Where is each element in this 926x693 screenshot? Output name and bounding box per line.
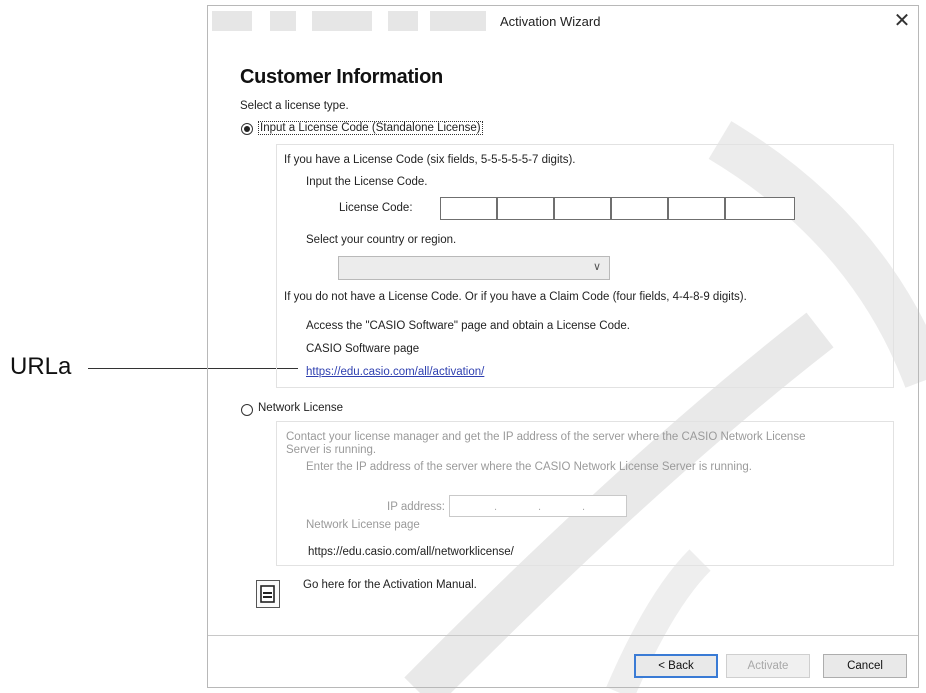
network-contact-text-line2: Server is running.	[286, 444, 377, 456]
standalone-license-radio-label[interactable]: Input a License Code (Standalone License…	[258, 121, 483, 135]
license-code-field-6[interactable]	[725, 197, 795, 220]
input-license-code-text: Input the License Code.	[306, 176, 428, 188]
network-contact-text-line1: Contact your license manager and get the…	[286, 431, 806, 443]
network-license-page-label: Network License page	[306, 519, 420, 531]
cancel-button[interactable]: Cancel	[823, 654, 907, 678]
title-bar[interactable]: Activation Wizard ✕	[208, 6, 918, 36]
page-heading: Customer Information	[240, 66, 443, 88]
window-title: Activation Wizard	[500, 14, 601, 29]
back-button[interactable]: < Back	[634, 654, 718, 678]
chevron-down-icon: ∨	[592, 261, 601, 273]
footer-separator	[208, 635, 918, 636]
access-casio-software-text: Access the "CASIO Software" page and obt…	[306, 320, 630, 332]
standalone-license-radio[interactable]	[241, 123, 253, 135]
no-license-code-text: If you do not have a License Code. Or if…	[284, 291, 747, 303]
select-license-type-text: Select a license type.	[240, 100, 349, 112]
license-code-field-4[interactable]	[611, 197, 668, 220]
ip-address-field[interactable]: . . .	[449, 495, 627, 517]
close-button[interactable]: ✕	[890, 10, 914, 32]
callout-label: URLa	[10, 353, 72, 380]
casio-software-page-label: CASIO Software page	[306, 343, 420, 355]
license-code-label: License Code:	[339, 202, 413, 214]
ip-address-label: IP address:	[387, 501, 445, 513]
network-license-radio[interactable]	[241, 404, 253, 416]
license-code-field-1[interactable]	[440, 197, 497, 220]
license-code-field-5[interactable]	[668, 197, 725, 220]
manual-document-icon[interactable]	[256, 580, 280, 608]
casio-software-activation-link[interactable]: https://edu.casio.com/all/activation/	[306, 366, 484, 378]
select-country-text: Select your country or region.	[306, 234, 457, 246]
title-bar-blurred-area	[212, 11, 492, 31]
network-license-url[interactable]: https://edu.casio.com/all/networklicense…	[308, 546, 514, 558]
network-enter-ip-text: Enter the IP address of the server where…	[306, 461, 752, 473]
license-code-field-3[interactable]	[554, 197, 611, 220]
activation-manual-link[interactable]: Go here for the Activation Manual.	[303, 579, 477, 591]
activation-wizard-window: Activation Wizard ✕ Customer Information…	[207, 5, 919, 688]
country-region-select[interactable]: ∨	[338, 256, 610, 280]
have-license-code-text: If you have a License Code (six fields, …	[284, 154, 576, 166]
license-code-field-2[interactable]	[497, 197, 554, 220]
activate-button[interactable]: Activate	[726, 654, 810, 678]
network-license-radio-label[interactable]: Network License	[258, 402, 343, 414]
